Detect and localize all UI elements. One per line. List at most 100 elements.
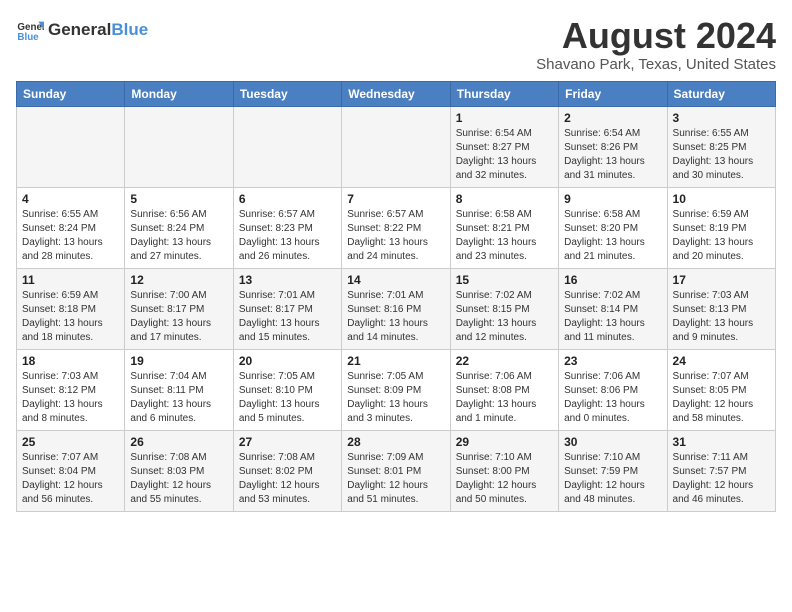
day-number: 29 [456,435,553,449]
day-detail: Sunrise: 6:56 AM Sunset: 8:24 PM Dayligh… [130,208,227,264]
calendar-cell: 27 Sunrise: 7:08 AM Sunset: 8:02 PM Dayli… [233,430,341,511]
calendar-cell: 6 Sunrise: 6:57 AM Sunset: 8:23 PM Daylig… [233,187,341,268]
calendar-cell: 30 Sunrise: 7:10 AM Sunset: 7:59 PM Dayli… [559,430,667,511]
day-number: 12 [130,273,227,287]
day-detail: Sunrise: 6:55 AM Sunset: 8:25 PM Dayligh… [673,127,770,183]
day-detail: Sunrise: 6:57 AM Sunset: 8:22 PM Dayligh… [347,208,444,264]
svg-text:Blue: Blue [17,32,39,43]
day-number: 19 [130,354,227,368]
calendar-cell: 13Sunrise: 7:01 AM Sunset: 8:17 PM Dayli… [233,268,341,349]
logo: General Blue GeneralBlue [16,16,148,44]
logo-icon: General Blue [16,16,44,44]
subtitle: Shavano Park, Texas, United States [536,56,776,73]
calendar-cell: 5 Sunrise: 6:56 AM Sunset: 8:24 PM Daylig… [125,187,233,268]
day-detail: Sunrise: 7:01 AM Sunset: 8:16 PM Dayligh… [347,289,444,345]
calendar-cell [17,106,125,187]
calendar-table: SundayMondayTuesdayWednesdayThursdayFrid… [16,81,776,512]
day-detail: Sunrise: 7:05 AM Sunset: 8:10 PM Dayligh… [239,370,336,426]
day-number: 11 [22,273,119,287]
day-number: 27 [239,435,336,449]
day-detail: Sunrise: 7:03 AM Sunset: 8:12 PM Dayligh… [22,370,119,426]
day-number: 15 [456,273,553,287]
day-detail: Sunrise: 7:11 AM Sunset: 7:57 PM Dayligh… [673,451,770,507]
day-detail: Sunrise: 7:03 AM Sunset: 8:13 PM Dayligh… [673,289,770,345]
day-detail: Sunrise: 7:08 AM Sunset: 8:02 PM Dayligh… [239,451,336,507]
day-number: 25 [22,435,119,449]
day-detail: Sunrise: 6:59 AM Sunset: 8:19 PM Dayligh… [673,208,770,264]
day-header-thursday: Thursday [450,81,558,106]
day-number: 13 [239,273,336,287]
day-number: 10 [673,192,770,206]
day-detail: Sunrise: 6:54 AM Sunset: 8:27 PM Dayligh… [456,127,553,183]
day-detail: Sunrise: 7:02 AM Sunset: 8:15 PM Dayligh… [456,289,553,345]
day-detail: Sunrise: 7:06 AM Sunset: 8:06 PM Dayligh… [564,370,661,426]
day-number: 31 [673,435,770,449]
calendar-cell: 1Sunrise: 6:54 AM Sunset: 8:27 PM Daylig… [450,106,558,187]
day-number: 18 [22,354,119,368]
calendar-cell [233,106,341,187]
day-detail: Sunrise: 7:10 AM Sunset: 8:00 PM Dayligh… [456,451,553,507]
calendar-cell: 7 Sunrise: 6:57 AM Sunset: 8:22 PM Daylig… [342,187,450,268]
day-number: 2 [564,111,661,125]
day-detail: Sunrise: 6:59 AM Sunset: 8:18 PM Dayligh… [22,289,119,345]
calendar-cell: 9Sunrise: 6:58 AM Sunset: 8:20 PM Daylig… [559,187,667,268]
day-detail: Sunrise: 7:08 AM Sunset: 8:03 PM Dayligh… [130,451,227,507]
calendar-cell: 23 Sunrise: 7:06 AM Sunset: 8:06 PM Dayli… [559,349,667,430]
calendar-cell: 26Sunrise: 7:08 AM Sunset: 8:03 PM Dayli… [125,430,233,511]
day-header-tuesday: Tuesday [233,81,341,106]
calendar-cell: 4Sunrise: 6:55 AM Sunset: 8:24 PM Daylig… [17,187,125,268]
day-header-friday: Friday [559,81,667,106]
calendar-cell: 29 Sunrise: 7:10 AM Sunset: 8:00 PM Dayli… [450,430,558,511]
day-number: 8 [456,192,553,206]
day-number: 21 [347,354,444,368]
calendar-cell: 21 Sunrise: 7:05 AM Sunset: 8:09 PM Dayli… [342,349,450,430]
logo-general-text: General [48,20,111,40]
calendar-cell [342,106,450,187]
day-number: 5 [130,192,227,206]
day-number: 30 [564,435,661,449]
page-header: General Blue GeneralBlue August 2024 Sha… [16,16,776,73]
day-number: 3 [673,111,770,125]
day-detail: Sunrise: 7:00 AM Sunset: 8:17 PM Dayligh… [130,289,227,345]
day-detail: Sunrise: 7:05 AM Sunset: 8:09 PM Dayligh… [347,370,444,426]
day-number: 6 [239,192,336,206]
main-title: August 2024 [536,16,776,56]
calendar-cell: 8Sunrise: 6:58 AM Sunset: 8:21 PM Daylig… [450,187,558,268]
day-number: 4 [22,192,119,206]
day-detail: Sunrise: 6:57 AM Sunset: 8:23 PM Dayligh… [239,208,336,264]
day-detail: Sunrise: 7:04 AM Sunset: 8:11 PM Dayligh… [130,370,227,426]
day-detail: Sunrise: 7:10 AM Sunset: 7:59 PM Dayligh… [564,451,661,507]
day-detail: Sunrise: 7:07 AM Sunset: 8:04 PM Dayligh… [22,451,119,507]
calendar-cell: 19 Sunrise: 7:04 AM Sunset: 8:11 PM Dayli… [125,349,233,430]
calendar-cell: 14 Sunrise: 7:01 AM Sunset: 8:16 PM Dayli… [342,268,450,349]
calendar-cell: 24 Sunrise: 7:07 AM Sunset: 8:05 PM Dayli… [667,349,775,430]
day-detail: Sunrise: 7:06 AM Sunset: 8:08 PM Dayligh… [456,370,553,426]
logo-blue-text: Blue [111,20,148,40]
calendar-cell: 20 Sunrise: 7:05 AM Sunset: 8:10 PM Dayli… [233,349,341,430]
calendar-cell: 3 Sunrise: 6:55 AM Sunset: 8:25 PM Daylig… [667,106,775,187]
calendar-cell: 18 Sunrise: 7:03 AM Sunset: 8:12 PM Dayli… [17,349,125,430]
day-header-sunday: Sunday [17,81,125,106]
title-block: August 2024 Shavano Park, Texas, United … [536,16,776,73]
day-detail: Sunrise: 7:02 AM Sunset: 8:14 PM Dayligh… [564,289,661,345]
calendar-cell: 11 Sunrise: 6:59 AM Sunset: 8:18 PM Dayli… [17,268,125,349]
day-header-saturday: Saturday [667,81,775,106]
day-number: 16 [564,273,661,287]
day-number: 14 [347,273,444,287]
day-number: 7 [347,192,444,206]
day-number: 20 [239,354,336,368]
day-number: 24 [673,354,770,368]
day-header-monday: Monday [125,81,233,106]
day-number: 9 [564,192,661,206]
day-number: 28 [347,435,444,449]
calendar-cell: 10 Sunrise: 6:59 AM Sunset: 8:19 PM Dayli… [667,187,775,268]
day-detail: Sunrise: 7:09 AM Sunset: 8:01 PM Dayligh… [347,451,444,507]
day-detail: Sunrise: 7:07 AM Sunset: 8:05 PM Dayligh… [673,370,770,426]
calendar-cell: 2Sunrise: 6:54 AM Sunset: 8:26 PM Daylig… [559,106,667,187]
day-number: 23 [564,354,661,368]
calendar-cell: 31 Sunrise: 7:11 AM Sunset: 7:57 PM Dayli… [667,430,775,511]
day-header-wednesday: Wednesday [342,81,450,106]
calendar-cell: 16 Sunrise: 7:02 AM Sunset: 8:14 PM Dayli… [559,268,667,349]
calendar-cell: 28 Sunrise: 7:09 AM Sunset: 8:01 PM Dayli… [342,430,450,511]
calendar-cell: 22Sunrise: 7:06 AM Sunset: 8:08 PM Dayli… [450,349,558,430]
